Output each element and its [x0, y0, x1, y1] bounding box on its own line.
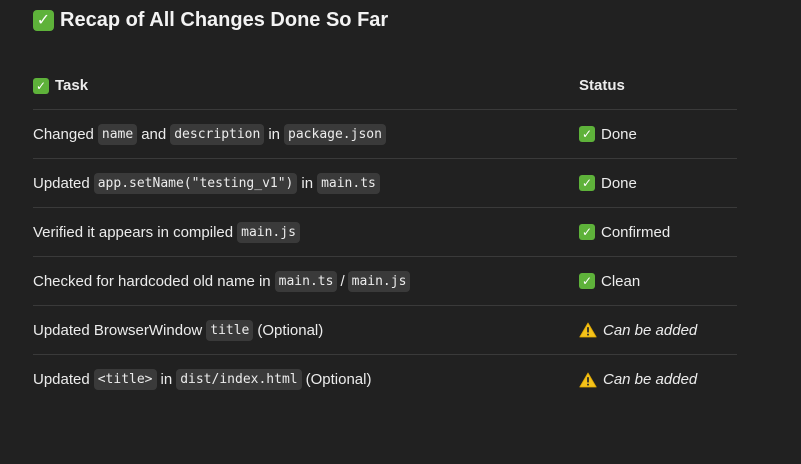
- task-cell: Updated app.setName("testing_v1") in mai…: [33, 172, 579, 194]
- warning-emoji-icon: [579, 372, 597, 387]
- status-cell: ✓ Confirmed: [579, 224, 737, 241]
- page-title: ✓ Recap of All Changes Done So Far: [33, 6, 388, 34]
- inline-code: main.ts: [274, 270, 338, 292]
- task-cell: Checked for hardcoded old name in main.t…: [33, 270, 579, 292]
- table-row: Changed name and description in package.…: [33, 110, 737, 159]
- check-mark-emoji-icon: ✓: [579, 126, 595, 142]
- table-header-row: ✓ Task Status: [33, 62, 737, 110]
- check-mark-emoji-icon: ✓: [579, 175, 595, 191]
- status-cell: ✓ Clean: [579, 273, 737, 290]
- check-mark-emoji-icon: ✓: [579, 224, 595, 240]
- inline-code: main.ts: [317, 172, 380, 194]
- check-mark-emoji-icon: ✓: [33, 9, 54, 31]
- status-text: Can be added: [603, 321, 698, 339]
- task-cell: Changed name and description in package.…: [33, 123, 579, 145]
- status-text: Confirmed: [601, 223, 671, 241]
- inline-code: description: [170, 123, 265, 145]
- page-title-text: Recap of All Changes Done So Far: [60, 8, 389, 31]
- check-mark-emoji-icon: ✓: [33, 77, 49, 94]
- inline-code: <title>: [93, 369, 157, 390]
- status-cell: ✓ Done: [579, 126, 737, 143]
- status-text: Done: [601, 174, 637, 192]
- status-text: Can be added: [603, 371, 698, 388]
- task-cell: Verified it appears in compiled main.js: [33, 221, 579, 243]
- inline-code: main.js: [237, 221, 300, 243]
- inline-code: main.js: [347, 270, 411, 292]
- task-column-header: ✓ Task: [33, 77, 579, 94]
- status-text: Clean: [601, 272, 641, 290]
- status-column-header: Status: [579, 77, 625, 94]
- table-row: Verified it appears in compiled main.js …: [33, 208, 737, 257]
- inline-code: app.setName("testing_v1"): [93, 172, 298, 194]
- table-row: Checked for hardcoded old name in main.t…: [33, 257, 737, 306]
- table-row: Updated app.setName("testing_v1") in mai…: [33, 159, 737, 208]
- inline-code: package.json: [284, 123, 386, 145]
- task-cell: Updated <title> in dist/index.html (Opti…: [33, 369, 372, 390]
- inline-code: dist/index.html: [176, 369, 302, 390]
- status-cell: Can be added: [579, 322, 737, 339]
- status-cell: Can be added: [579, 371, 737, 388]
- inline-code: title: [206, 319, 254, 341]
- inline-code: name: [97, 123, 138, 145]
- status-cell: ✓ Done: [579, 175, 737, 192]
- status-text: Done: [601, 125, 637, 143]
- changes-table: ✓ Task Status Changed name and descripti…: [33, 62, 737, 404]
- warning-emoji-icon: [579, 322, 597, 338]
- check-mark-emoji-icon: ✓: [579, 273, 595, 289]
- table-row: Updated BrowserWindow title (Optional) C…: [33, 306, 737, 355]
- task-cell: Updated BrowserWindow title (Optional): [33, 319, 324, 341]
- table-row: Updated <title> in dist/index.html (Opti…: [33, 355, 737, 404]
